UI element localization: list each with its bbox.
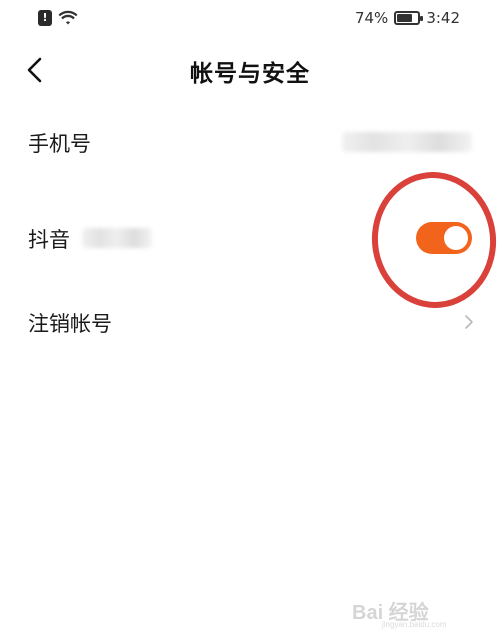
watermark-url: jingyan.baidu.com [382,620,447,629]
status-bar: ! 74% 3:42 [0,0,500,38]
settings-row-cancel-account[interactable]: 注销帐号 [0,292,500,352]
status-right: 74% 3:42 [355,9,460,27]
baidu-jingyan-watermark: Bai 经验 jingyan.baidu.com [352,584,482,630]
settings-row-douyin: 抖音 [0,208,500,268]
notification-alert-icon: ! [38,10,52,26]
douyin-binding-toggle[interactable] [416,222,472,254]
phone-label: 手机号 [28,132,91,156]
douyin-label: 抖音 [28,228,70,252]
page-title: 帐号与安全 [190,61,310,87]
phone-number-redacted [342,132,472,152]
status-time: 3:42 [426,9,460,27]
status-left: ! [38,10,78,26]
battery-percent: 74% [354,9,389,27]
wifi-icon [58,10,78,25]
settings-row-phone[interactable]: 手机号 [0,112,500,172]
nav-header: 帐号与安全 [0,42,500,98]
douyin-account-redacted [82,228,152,248]
chevron-right-icon [465,315,473,329]
battery-icon [394,11,424,25]
cancel-account-label: 注销帐号 [28,312,112,336]
account-security-screen: ! 74% 3:42 帐号与安全 手机号 抖音 注销帐号 Bai 经验 jing… [0,0,500,639]
toggle-knob [444,226,468,250]
